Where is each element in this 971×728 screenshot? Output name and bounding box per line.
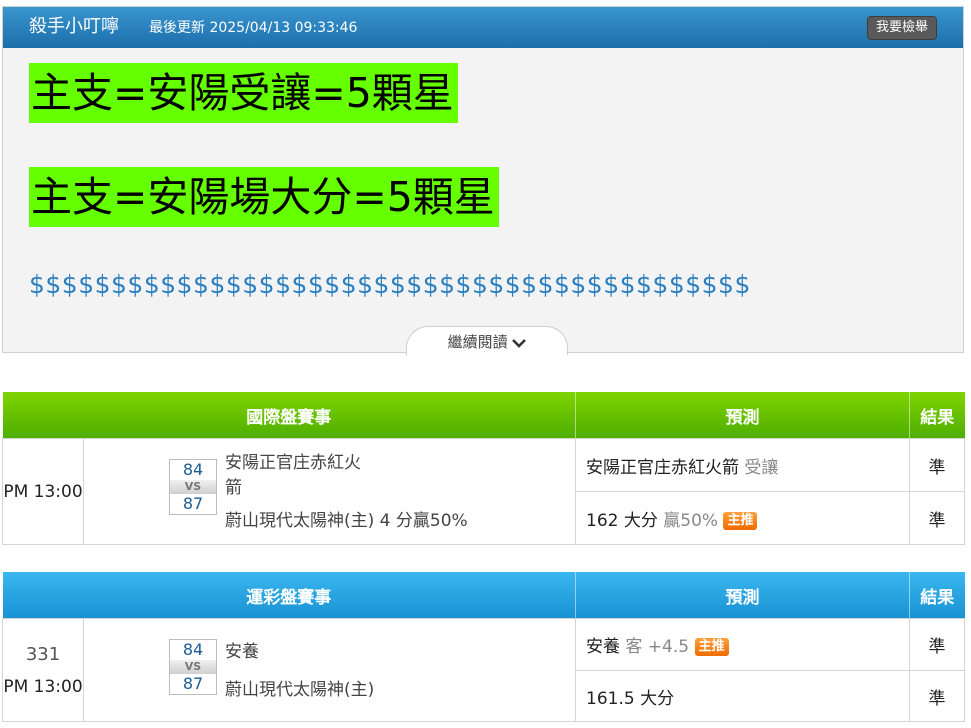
prediction-note: 受讓 (744, 457, 779, 478)
game-header: 國際盤賽事 (2, 392, 576, 439)
table-row: PM 13:00 84 VS 87 安陽正官庄赤紅火 箭 蔚山現代太陽神(主) … (2, 438, 965, 545)
report-button[interactable]: 我要檢舉 (866, 16, 937, 40)
result-cell: 準 (909, 438, 965, 492)
game-time-cell: 331 PM 13:00 (2, 618, 84, 722)
result-header: 結果 (909, 572, 965, 619)
match-cell: 84 VS 87 安養 蔚山現代太陽神(主) (83, 618, 576, 722)
prediction-header: 預測 (575, 572, 910, 619)
game-header: 運彩盤賽事 (2, 572, 576, 619)
chevron-down-icon (512, 338, 527, 348)
result-header: 結果 (909, 392, 965, 439)
prediction-note: 贏50% (663, 510, 719, 531)
main-pick-badge: 主推 (723, 511, 758, 530)
vs-label: VS (170, 660, 216, 674)
article-header: 殺手小叮嚀 最後更新 2025/04/13 09:33:46 我要檢舉 (3, 7, 963, 48)
international-games-table: 國際盤賽事 預測 結果 PM 13:00 84 VS 87 安陽正官庄赤紅火 箭… (2, 392, 965, 545)
table-header: 運彩盤賽事 預測 結果 (2, 572, 965, 619)
result-cell: 準 (909, 491, 965, 545)
result-cell: 準 (909, 670, 965, 722)
prediction-team: 安養 (586, 637, 620, 657)
prediction-cell: 162 大分 贏50% 主推 (575, 491, 910, 545)
home-team[interactable]: 蔚山現代太陽神(主) 4 分贏50% (225, 509, 468, 534)
home-score: 87 (182, 674, 204, 693)
last-updated: 最後更新 2025/04/13 09:33:46 (149, 20, 358, 36)
away-score: 84 (182, 460, 204, 479)
game-time: PM 13:00 (3, 676, 83, 697)
result-cell: 準 (909, 618, 965, 671)
home-score: 87 (182, 494, 204, 513)
prediction-note: 客 +4.5 (625, 637, 690, 657)
author-name[interactable]: 殺手小叮嚀 (29, 16, 119, 38)
score-box: 84 VS 87 (169, 459, 217, 515)
table-row: 331 PM 13:00 84 VS 87 安養 蔚山現代太陽神(主) 安養 客… (2, 618, 965, 722)
prediction-cell: 安養 客 +4.5 主推 (575, 618, 910, 671)
home-team[interactable]: 蔚山現代太陽神(主) (225, 678, 374, 703)
read-more-label: 繼續閱讀 (447, 333, 508, 351)
prediction-cell: 安陽正官庄赤紅火箭 受讓 (575, 438, 910, 492)
prediction-team: 安陽正官庄赤紅火箭 (586, 457, 739, 478)
highlight-line-1: 主支=安陽受讓=5顆星 (29, 63, 458, 123)
match-cell: 84 VS 87 安陽正官庄赤紅火 箭 蔚山現代太陽神(主) 4 分贏50% (83, 438, 576, 545)
game-time-cell: PM 13:00 (2, 438, 84, 545)
game-number: 331 (25, 643, 61, 665)
prediction-value: 161.5 大分 (586, 688, 675, 709)
sports-lottery-games-table: 運彩盤賽事 預測 結果 331 PM 13:00 84 VS 87 安養 蔚山現… (2, 572, 965, 722)
read-more-button[interactable]: 繼續閱讀 (406, 326, 568, 355)
prediction-cell: 161.5 大分 (575, 670, 910, 722)
away-team[interactable]: 安養 (225, 640, 259, 665)
score-box: 84 VS 87 (169, 639, 217, 695)
highlight-line-2: 主支=安陽場大分=5顆星 (29, 167, 499, 227)
main-pick-badge: 主推 (694, 638, 729, 656)
game-time: PM 13:00 (3, 481, 83, 502)
away-score: 84 (182, 640, 204, 659)
prediction-value: 162 大分 (586, 510, 658, 531)
article-card: 殺手小叮嚀 最後更新 2025/04/13 09:33:46 我要檢舉 主支=安… (2, 6, 964, 355)
away-team[interactable]: 安陽正官庄赤紅火 箭 (225, 451, 361, 501)
away-team-line2: 箭 (225, 478, 242, 498)
dollar-signs: $$$$$$$$$$$$$$$$$$$$$$$$$$$$$$$$$$$$$$$$… (29, 270, 751, 299)
prediction-header: 預測 (575, 392, 910, 439)
away-team-line1: 安陽正官庄赤紅火 (225, 453, 361, 473)
vs-label: VS (170, 480, 216, 494)
table-header: 國際盤賽事 預測 結果 (2, 392, 965, 439)
